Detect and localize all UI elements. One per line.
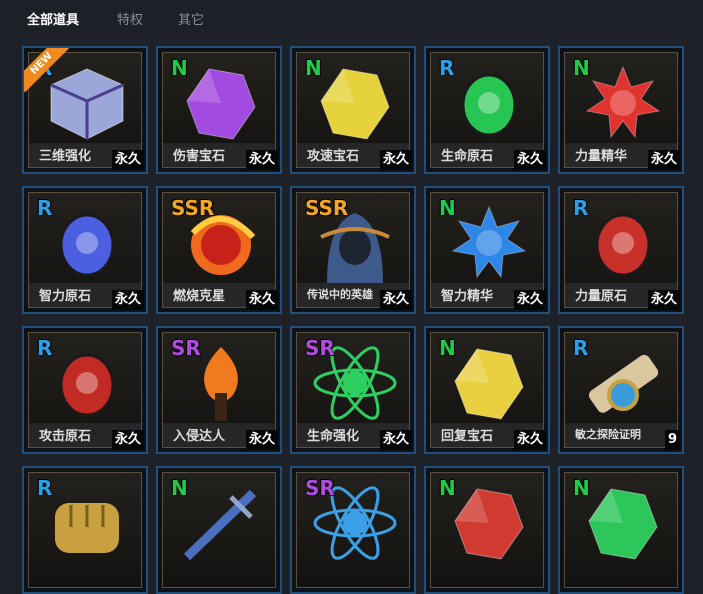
item-name: 攻击原石 (39, 429, 92, 444)
item-card[interactable]: R 生命原石 永久 (424, 46, 550, 174)
item-card[interactable]: R 攻击原石 永久 (22, 326, 148, 454)
item-card[interactable]: SR 生命强化 永久 (290, 326, 416, 454)
item-name: 生命原石 (441, 149, 494, 164)
item-frame: N (162, 472, 276, 588)
item-card[interactable]: N (558, 466, 684, 594)
rarity-label: R (37, 476, 53, 500)
duration-badge: 永久 (245, 290, 278, 310)
item-card[interactable]: N 智力精华 永久 (424, 186, 550, 314)
duration-badge: 永久 (647, 290, 680, 310)
rarity-label: R (573, 196, 589, 220)
rarity-label: R (37, 336, 53, 360)
item-card[interactable]: N (156, 466, 282, 594)
duration-badge: 永久 (245, 150, 278, 170)
item-name: 攻速宝石 (307, 149, 360, 164)
rarity-label: R (439, 56, 455, 80)
red-stone-icon (575, 203, 671, 283)
item-card[interactable]: R (22, 466, 148, 594)
item-card[interactable]: R 力量原石 永久 (558, 186, 684, 314)
item-frame: R 敏之探险证明 (564, 332, 678, 448)
item-card[interactable]: N 攻速宝石 永久 (290, 46, 416, 174)
item-name: 力量原石 (575, 289, 628, 304)
duration-badge: 永久 (379, 430, 412, 450)
item-card[interactable]: R 智力原石 永久 (22, 186, 148, 314)
rarity-label: N (573, 476, 590, 500)
rarity-label: N (439, 476, 456, 500)
duration-badge: 永久 (513, 150, 546, 170)
tab-all-items[interactable]: 全部道具 (27, 9, 79, 28)
item-name: 燃烧克星 (173, 289, 226, 304)
item-name: 入侵达人 (173, 429, 226, 444)
duration-badge: 永久 (379, 290, 412, 310)
rarity-label: N (305, 56, 322, 80)
cube-icon (39, 63, 135, 143)
item-name-bar: 敏之探险证明 (565, 423, 677, 447)
duration-badge: 永久 (245, 430, 278, 450)
tab-privileges[interactable]: 特权 (117, 9, 143, 28)
gold-fist-icon (39, 483, 135, 563)
item-frame: N (564, 472, 678, 588)
item-card[interactable]: N 回复宝石 永久 (424, 326, 550, 454)
duration-badge: 永久 (111, 430, 144, 450)
duration-badge: 永久 (647, 150, 680, 170)
duration-badge: 永久 (513, 290, 546, 310)
item-name: 三维强化 (39, 149, 92, 164)
rarity-label: SR (305, 336, 335, 360)
duration-badge: 永久 (111, 290, 144, 310)
blue-stone-icon (39, 203, 135, 283)
rarity-label: R (37, 196, 53, 220)
red-rune-stone-icon (39, 343, 135, 423)
rarity-label: SSR (171, 196, 215, 220)
telescope-scroll-icon (575, 343, 671, 423)
item-frame: N (430, 472, 544, 588)
duration-badge: 永久 (379, 150, 412, 170)
item-name: 敏之探险证明 (575, 428, 641, 441)
item-name: 力量精华 (575, 149, 628, 164)
rarity-label: N (573, 56, 590, 80)
tab-other[interactable]: 其它 (178, 9, 204, 28)
item-card[interactable]: SR 入侵达人 永久 (156, 326, 282, 454)
rarity-label: N (439, 336, 456, 360)
item-grid: R三维强化永久NEWN伤害宝石永久N攻速宝石永久R生命原石永久N力量精华永久R智… (22, 46, 684, 594)
duration-badge: 9 (664, 430, 680, 450)
rarity-label: N (439, 196, 456, 220)
rarity-label: R (573, 336, 589, 360)
item-card[interactable]: R三维强化永久NEW (22, 46, 148, 174)
rarity-label: N (171, 56, 188, 80)
item-card[interactable]: N (424, 466, 550, 594)
item-card[interactable]: N 力量精华 永久 (558, 46, 684, 174)
item-card[interactable]: N 伤害宝石 永久 (156, 46, 282, 174)
item-name: 传说中的英雄 (307, 288, 373, 301)
rarity-label: SR (305, 476, 335, 500)
item-frame: R (28, 472, 142, 588)
item-card[interactable]: SSR 燃烧克星 永久 (156, 186, 282, 314)
item-card[interactable]: SSR 传说中的英雄 永久 (290, 186, 416, 314)
item-card[interactable]: R 敏之探险证明 9 (558, 326, 684, 454)
green-stone-icon (441, 63, 537, 143)
tab-bar: 全部道具 特权 其它 (0, 0, 703, 36)
item-name: 回复宝石 (441, 429, 494, 444)
item-name: 伤害宝石 (173, 149, 226, 164)
item-name: 智力原石 (39, 289, 92, 304)
item-card[interactable]: SR (290, 466, 416, 594)
item-name: 生命强化 (307, 429, 360, 444)
item-frame: SR (296, 472, 410, 588)
rarity-label: SSR (305, 196, 349, 220)
duration-badge: 永久 (111, 150, 144, 170)
rarity-label: SR (171, 336, 201, 360)
item-name: 智力精华 (441, 289, 494, 304)
duration-badge: 永久 (513, 430, 546, 450)
rarity-label: N (171, 476, 188, 500)
